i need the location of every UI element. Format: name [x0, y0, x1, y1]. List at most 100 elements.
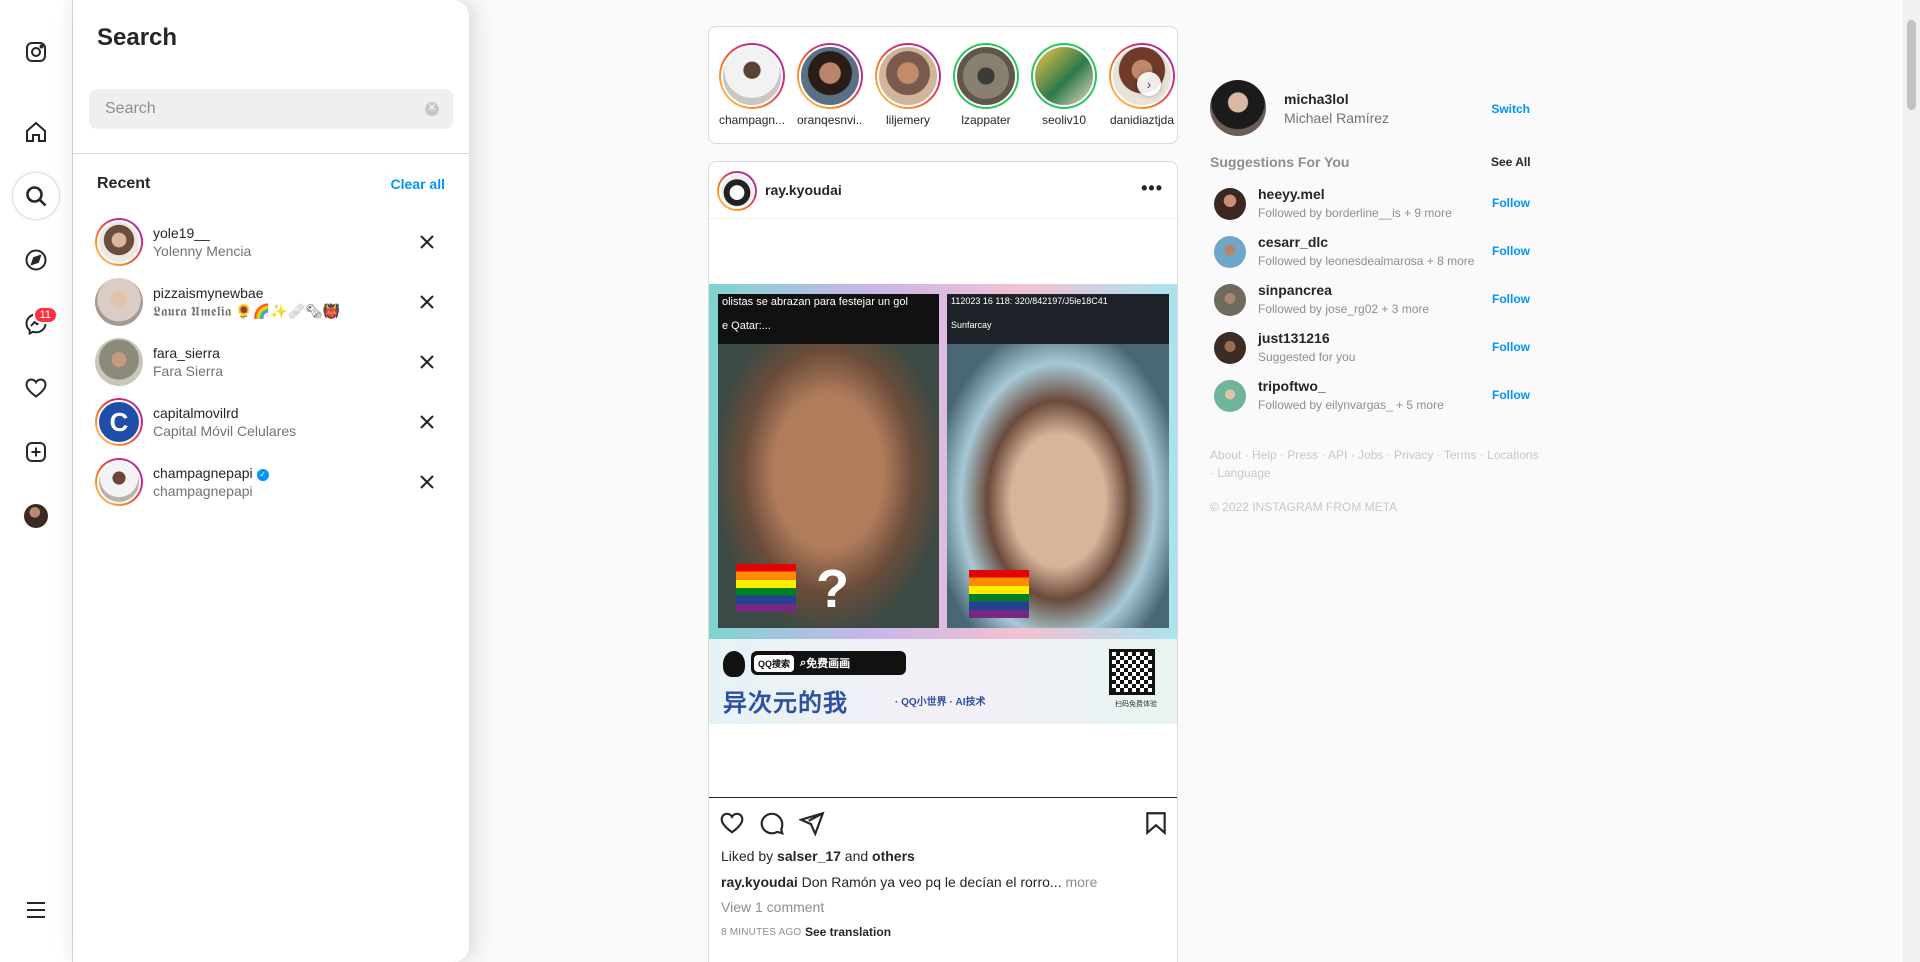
recent-username: capitalmovilrd [153, 405, 239, 421]
follow-button[interactable]: Follow [1492, 292, 1530, 306]
remove-recent-icon[interactable] [415, 350, 439, 374]
follow-button[interactable]: Follow [1492, 388, 1530, 402]
qr-label: 扫码免费体验 [1115, 701, 1157, 708]
home-icon[interactable] [12, 108, 60, 156]
footer-links[interactable]: About · Help · Press · API · Jobs · Priv… [1210, 446, 1540, 482]
liked-by-user-link[interactable]: salser_17 [777, 848, 841, 864]
suggestion-context: Followed by leonesdealmarosa + 8 more [1258, 254, 1475, 268]
list-item[interactable]: fara_sierra Fara Sierra [73, 332, 469, 392]
recent-heading: Recent [97, 175, 151, 192]
current-user-username[interactable]: micha3lol [1284, 91, 1349, 107]
story-item[interactable]: oranqesnvi... [797, 43, 863, 127]
story-item[interactable]: liljemery [875, 43, 941, 127]
list-item[interactable]: pizzaismynewbae 𝕷𝖆𝖚𝖗𝖆 𝖀𝖒𝖊𝖑𝖎𝖆 🌻🌈✨🩹🗞👹 [73, 272, 469, 332]
recent-fullname: champagnepapi [153, 483, 253, 499]
suggestion-username[interactable]: sinpancrea [1258, 282, 1332, 298]
suggestion-username[interactable]: cesarr_dlc [1258, 234, 1328, 250]
recent-avatar: C [95, 398, 143, 446]
explore-icon[interactable] [12, 236, 60, 284]
unread-badge: 11 [32, 306, 58, 324]
suggestion-item: cesarr_dlc Followed by leonesdealmarosa … [1210, 230, 1530, 278]
list-item[interactable]: C capitalmovilrd Capital Móvil Celulares [73, 392, 469, 452]
stories-next-button[interactable]: › [1137, 72, 1161, 96]
story-item[interactable]: lzappater [953, 43, 1019, 127]
post-actions [709, 797, 1177, 847]
page-scrollbar[interactable] [1903, 0, 1920, 962]
suggestion-username[interactable]: tripoftwo_ [1258, 378, 1326, 394]
story-item[interactable]: seoliv10 [1031, 43, 1097, 127]
suggestion-avatar[interactable] [1214, 188, 1246, 220]
post-caption: ray.kyoudai Don Ramón ya veo pq le decía… [721, 874, 1098, 890]
suggestion-item: sinpancrea Followed by jose_rg02 + 3 mor… [1210, 278, 1530, 326]
caption-username[interactable]: ray.kyoudai [721, 874, 798, 890]
see-all-link[interactable]: See All [1491, 155, 1531, 169]
recent-fullname: Capital Móvil Celulares [153, 423, 297, 439]
follow-button[interactable]: Follow [1492, 340, 1530, 354]
search-input[interactable] [89, 89, 453, 129]
post-author-avatar[interactable] [717, 171, 757, 211]
post-image[interactable]: olistas se abrazan para festejar un gol … [709, 284, 1177, 724]
recent-username: champagnepapi ✓ [153, 465, 269, 481]
instagram-icon[interactable] [12, 28, 60, 76]
follow-button[interactable]: Follow [1492, 196, 1530, 210]
suggestion-context: Followed by jose_rg02 + 3 more [1258, 302, 1430, 316]
image-caption-line: 112023 16 118: 320/842197/J5le18C41 [951, 296, 1108, 306]
create-icon[interactable] [12, 428, 60, 476]
liked-by-others-link[interactable]: others [872, 848, 915, 864]
current-user: micha3lol Michael Ramírez Switch [1210, 80, 1530, 138]
recent-fullname: Fara Sierra [153, 363, 224, 379]
remove-recent-icon[interactable] [415, 290, 439, 314]
scrollbar-thumb[interactable] [1907, 20, 1916, 110]
list-item[interactable]: champagnepapi ✓ champagnepapi [73, 452, 469, 512]
clear-search-icon[interactable]: ✕ [425, 102, 439, 116]
menu-icon[interactable] [12, 886, 60, 934]
see-translation-link[interactable]: See translation [805, 925, 891, 939]
suggestion-username[interactable]: just131216 [1258, 330, 1330, 346]
caption-more-link[interactable]: more [1065, 874, 1097, 890]
suggestion-item: just131216 Suggested for you Follow [1210, 326, 1530, 374]
banner-subtitle: · QQ小世界 · AI技术 [895, 697, 986, 708]
like-icon[interactable] [719, 810, 745, 836]
suggestion-item: tripoftwo_ Followed by eilynvargas_ + 5 … [1210, 374, 1530, 422]
divider [73, 153, 469, 154]
suggestion-avatar[interactable] [1214, 380, 1246, 412]
view-comments-link[interactable]: View 1 comment [721, 899, 824, 915]
clear-all-button[interactable]: Clear all [391, 176, 445, 192]
post-author-username[interactable]: ray.kyoudai [765, 182, 842, 198]
suggestion-item: heeyy.mel Followed by borderline__is + 9… [1210, 182, 1530, 230]
qq-logo-icon [723, 651, 745, 677]
more-options-icon[interactable]: ••• [1141, 178, 1163, 199]
remove-recent-icon[interactable] [415, 230, 439, 254]
remove-recent-icon[interactable] [415, 470, 439, 494]
suggestion-username[interactable]: heeyy.mel [1258, 186, 1325, 202]
qr-code-icon [1109, 649, 1155, 695]
recent-searches-list: yole19__ Yolenny Mencia pizzaismynewbae … [73, 212, 469, 512]
recent-avatar [95, 218, 143, 266]
story-item[interactable]: champagn... [719, 43, 785, 127]
profile-avatar[interactable] [12, 492, 60, 540]
list-item[interactable]: yole19__ Yolenny Mencia [73, 212, 469, 272]
save-icon[interactable] [1143, 810, 1169, 836]
suggestion-avatar[interactable] [1214, 284, 1246, 316]
current-user-avatar[interactable] [1210, 80, 1266, 136]
follow-button[interactable]: Follow [1492, 244, 1530, 258]
image-panel-left: olistas se abrazan para festejar un gol … [718, 294, 939, 628]
left-nav-rail: 11 [0, 0, 73, 962]
remove-recent-icon[interactable] [415, 410, 439, 434]
image-panel-right: 112023 16 118: 320/842197/J5le18C41 Sunf… [947, 294, 1169, 628]
footer-copyright: © 2022 INSTAGRAM FROM META [1210, 500, 1398, 514]
suggestion-avatar[interactable] [1214, 236, 1246, 268]
current-user-name: Michael Ramírez [1284, 110, 1390, 126]
switch-account-button[interactable]: Switch [1491, 102, 1530, 116]
image-banner: QQ搜索 ⌕ 免费画画 异次元的我 · QQ小世界 · AI技术 扫码免费体验 [709, 639, 1177, 724]
messenger-icon[interactable]: 11 [12, 300, 60, 348]
search-field: ✕ [89, 89, 453, 129]
heart-icon[interactable] [12, 364, 60, 412]
suggestion-avatar[interactable] [1214, 332, 1246, 364]
share-icon[interactable] [799, 810, 825, 836]
feed-post: ray.kyoudai ••• olistas se abrazan para … [708, 161, 1178, 962]
comment-icon[interactable] [759, 810, 785, 836]
image-caption-line: e Qatar:... [722, 320, 771, 332]
search-icon[interactable] [12, 172, 60, 220]
recent-username: pizzaismynewbae [153, 285, 264, 301]
